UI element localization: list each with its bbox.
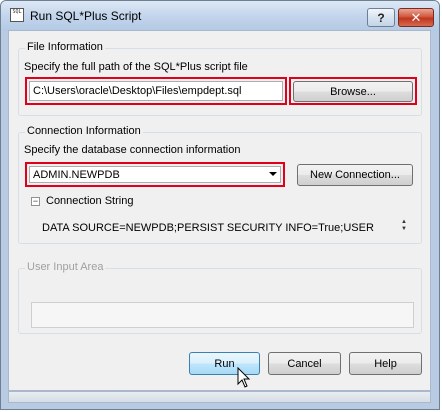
scroll-up-down-icon[interactable]: ▲ ▼	[399, 219, 409, 233]
connection-information-title: Connection Information	[25, 125, 143, 137]
app-icon-text: SQL	[12, 9, 22, 15]
new-connection-button-label: New Connection...	[310, 169, 400, 181]
connection-select[interactable]: ADMIN.NEWPDB	[29, 166, 281, 183]
title-bar[interactable]: SQL Run SQL*Plus Script ? ✕	[1, 1, 439, 31]
connection-instruction: Specify the database connection informat…	[24, 144, 241, 156]
help-button[interactable]: Help	[349, 352, 422, 375]
file-information-title: File Information	[25, 41, 105, 53]
run-button-label: Run	[214, 357, 235, 370]
window-title: Run SQL*Plus Script	[30, 9, 142, 23]
question-icon: ?	[377, 10, 385, 25]
sqlplus-app-icon: SQL	[10, 8, 24, 22]
user-input-area-title: User Input Area	[25, 261, 106, 273]
close-button[interactable]: ✕	[398, 8, 434, 27]
close-icon: ✕	[410, 9, 422, 25]
help-button-label: Help	[374, 357, 397, 370]
script-path-value: C:\Users\oracle\Desktop\Files\empdept.sq…	[33, 85, 242, 97]
connection-select-value: ADMIN.NEWPDB	[33, 168, 120, 181]
browse-button-label: Browse...	[330, 85, 376, 98]
script-path-input[interactable]: C:\Users\oracle\Desktop\Files\empdept.sq…	[29, 81, 283, 101]
chevron-down-icon[interactable]	[269, 172, 277, 176]
new-connection-button[interactable]: New Connection...	[297, 164, 413, 186]
browse-button[interactable]: Browse...	[293, 81, 413, 102]
dialog-client-area: File Information Specify the full path o…	[8, 30, 431, 391]
collapse-icon[interactable]: −	[31, 197, 40, 206]
connection-string-label: Connection String	[46, 195, 134, 207]
connection-string-value: DATA SOURCE=NEWPDB;PERSIST SECURITY INFO…	[42, 222, 374, 234]
help-title-button[interactable]: ?	[367, 8, 395, 27]
status-bar	[8, 391, 431, 403]
cancel-button[interactable]: Cancel	[268, 352, 341, 375]
user-input-field	[31, 302, 414, 328]
mouse-pointer-icon	[237, 367, 251, 388]
cancel-button-label: Cancel	[287, 357, 322, 370]
file-path-instruction: Specify the full path of the SQL*Plus sc…	[24, 61, 248, 73]
connection-string-field[interactable]: DATA SOURCE=NEWPDB;PERSIST SECURITY INFO…	[36, 218, 410, 238]
collapse-symbol: −	[32, 196, 39, 206]
